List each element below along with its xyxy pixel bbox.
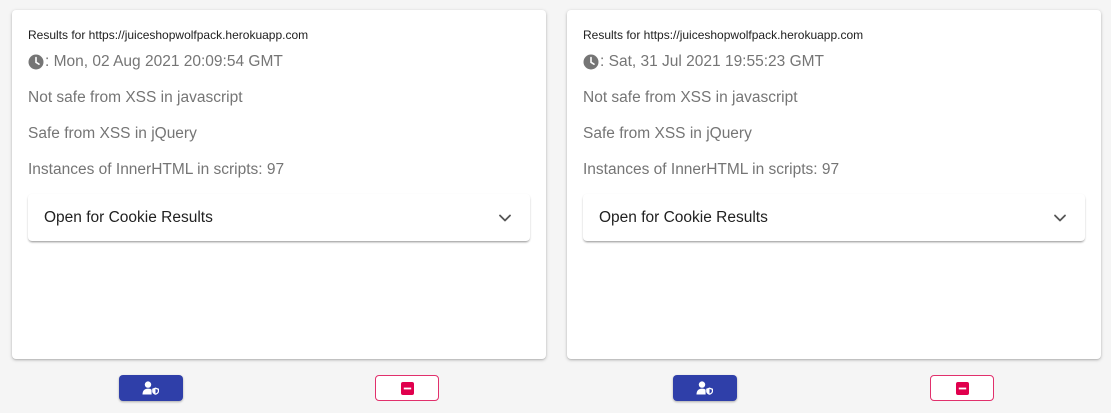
javascript-xss-status: Not safe from XSS in javascript <box>28 89 243 106</box>
results-url: Results for https://juiceshopwolfpack.he… <box>28 28 309 42</box>
scan-result-card: Results for https://juiceshopwolfpack.he… <box>12 10 546 359</box>
cookie-results-panel[interactable]: Open for Cookie Results <box>583 194 1085 241</box>
chevron-down-icon <box>1054 214 1066 222</box>
innerhtml-count: Instances of InnerHTML in scripts: 97 <box>583 161 840 178</box>
clock-icon <box>28 54 44 70</box>
scan-timestamp: : Mon, 02 Aug 2021 20:09:54 GMT <box>28 53 283 71</box>
results-url: Results for https://juiceshopwolfpack.he… <box>583 28 864 42</box>
chevron-down-icon <box>499 214 511 222</box>
cookie-results-label: Open for Cookie Results <box>44 209 213 226</box>
scan-result-card: Results for https://juiceshopwolfpack.he… <box>567 10 1101 359</box>
delete-result-button[interactable] <box>930 375 994 401</box>
minus-square-icon <box>955 381 969 395</box>
timestamp-text: : Sat, 31 Jul 2021 19:55:23 GMT <box>600 53 825 70</box>
clock-icon <box>583 54 599 70</box>
user-shield-icon <box>142 381 159 395</box>
minus-square-icon <box>400 381 414 395</box>
user-shield-button[interactable] <box>119 375 183 401</box>
user-shield-icon <box>696 381 713 395</box>
innerhtml-count: Instances of InnerHTML in scripts: 97 <box>28 161 285 178</box>
timestamp-text: : Mon, 02 Aug 2021 20:09:54 GMT <box>45 53 283 70</box>
jquery-xss-status: Safe from XSS in jQuery <box>28 125 197 142</box>
javascript-xss-status: Not safe from XSS in javascript <box>583 89 798 106</box>
user-shield-button[interactable] <box>673 375 737 401</box>
delete-result-button[interactable] <box>375 375 439 401</box>
cookie-results-panel[interactable]: Open for Cookie Results <box>28 194 530 241</box>
cookie-results-label: Open for Cookie Results <box>599 209 768 226</box>
scan-timestamp: : Sat, 31 Jul 2021 19:55:23 GMT <box>583 53 824 71</box>
jquery-xss-status: Safe from XSS in jQuery <box>583 125 752 142</box>
